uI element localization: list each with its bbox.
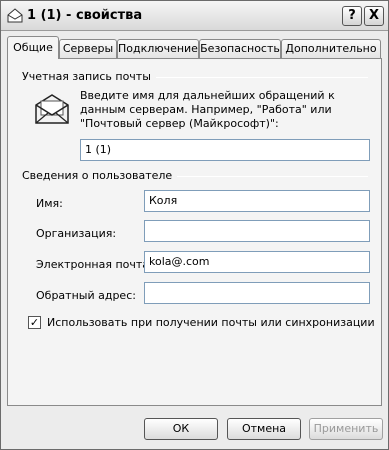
cancel-button[interactable]: Отмена bbox=[227, 418, 301, 440]
user-group-label: Сведения о пользователе bbox=[22, 169, 178, 182]
reply-address-field[interactable] bbox=[144, 282, 370, 304]
account-description: Введите имя для дальнейших обращений к д… bbox=[80, 89, 335, 130]
tab-security[interactable]: Безопасность bbox=[199, 39, 281, 58]
mail-envelope-icon bbox=[35, 94, 69, 124]
tab-general[interactable]: Общие bbox=[7, 36, 59, 59]
reply-address-label: Обратный адрес: bbox=[36, 289, 136, 302]
email-label: Электронная почта: bbox=[36, 258, 153, 271]
apply-button[interactable]: Применить bbox=[309, 418, 383, 440]
close-button[interactable]: X bbox=[364, 6, 384, 26]
tab-advanced[interactable]: Дополнительно bbox=[281, 39, 381, 58]
help-button[interactable]: ? bbox=[342, 6, 362, 26]
title-bar: 1 (1) - свойства ? X bbox=[1, 1, 388, 31]
organization-label: Организация: bbox=[36, 227, 117, 240]
tab-strip: Общие Серверы Подключение Безопасность Д… bbox=[7, 36, 382, 59]
include-account-label[interactable]: Использовать при получении почты или син… bbox=[47, 316, 375, 329]
tab-servers[interactable]: Серверы bbox=[59, 39, 117, 58]
include-account-checkbox[interactable]: ✓ bbox=[28, 316, 41, 329]
properties-dialog: 1 (1) - свойства ? X Общие Серверы Подкл… bbox=[0, 0, 389, 450]
account-name-field[interactable]: 1 (1) bbox=[80, 139, 370, 161]
organization-field[interactable] bbox=[144, 220, 370, 242]
mail-account-icon bbox=[7, 8, 23, 23]
email-field[interactable]: kola@.com bbox=[144, 251, 370, 273]
ok-button[interactable]: ОК bbox=[144, 418, 218, 440]
name-label: Имя: bbox=[36, 197, 63, 210]
name-field[interactable]: Коля bbox=[144, 190, 370, 212]
account-group-label: Учетная запись почты bbox=[22, 70, 156, 83]
window-title: 1 (1) - свойства bbox=[27, 8, 143, 23]
general-tab-panel: Учетная запись почты Введите имя для дал… bbox=[7, 58, 382, 406]
tab-connection[interactable]: Подключение bbox=[117, 39, 199, 58]
